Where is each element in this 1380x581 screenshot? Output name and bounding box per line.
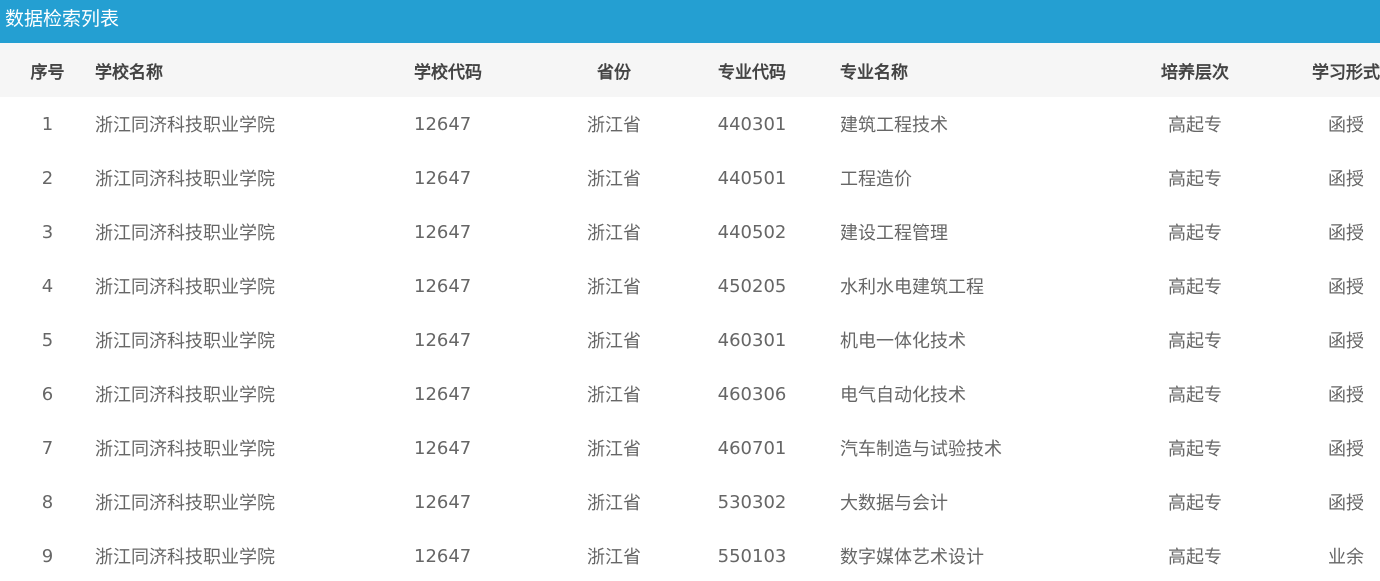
header-school-code: 学校代码 xyxy=(414,62,482,83)
cell-index: 1 xyxy=(41,113,54,135)
cell-index: 5 xyxy=(41,329,54,351)
data-search-panel: 数据检索列表 序号 学校名称 学校代码 省份 专业代码 专业名称 培养层次 学习… xyxy=(0,0,1380,581)
table-row[interactable]: 5 浙江同济科技职业学院 12647 浙江省 460301 机电一体化技术 高起… xyxy=(0,313,1380,367)
cell-major-name: 建设工程管理 xyxy=(840,223,948,244)
cell-study-mode: 业余 xyxy=(1328,547,1364,568)
cell-school-name: 浙江同济科技职业学院 xyxy=(95,223,275,244)
cell-major-name: 汽车制造与试验技术 xyxy=(840,439,1002,460)
cell-school-code: 12647 xyxy=(414,329,472,351)
cell-province: 浙江省 xyxy=(587,331,641,352)
cell-school-name: 浙江同济科技职业学院 xyxy=(95,547,275,568)
cell-major-code: 550103 xyxy=(717,545,787,567)
cell-province: 浙江省 xyxy=(587,223,641,244)
cell-index: 9 xyxy=(41,545,54,567)
cell-index: 7 xyxy=(41,437,54,459)
table-header-row: 序号 学校名称 学校代码 省份 专业代码 专业名称 培养层次 学习形式 xyxy=(0,43,1380,97)
cell-major-code: 440502 xyxy=(717,221,787,243)
cell-study-mode: 函授 xyxy=(1328,277,1364,298)
table-row[interactable]: 3 浙江同济科技职业学院 12647 浙江省 440502 建设工程管理 高起专… xyxy=(0,205,1380,259)
cell-school-code: 12647 xyxy=(414,545,472,567)
cell-major-code: 460701 xyxy=(717,437,787,459)
cell-school-code: 12647 xyxy=(414,437,472,459)
cell-study-mode: 函授 xyxy=(1328,493,1364,514)
cell-major-name: 电气自动化技术 xyxy=(840,385,966,406)
cell-province: 浙江省 xyxy=(587,385,641,406)
cell-major-code: 440501 xyxy=(717,167,787,189)
cell-province: 浙江省 xyxy=(587,439,641,460)
cell-level: 高起专 xyxy=(1168,385,1222,406)
cell-major-code: 460306 xyxy=(717,383,787,405)
cell-school-name: 浙江同济科技职业学院 xyxy=(95,331,275,352)
header-major-code: 专业代码 xyxy=(718,62,786,83)
table-row[interactable]: 8 浙江同济科技职业学院 12647 浙江省 530302 大数据与会计 高起专… xyxy=(0,475,1380,529)
cell-school-code: 12647 xyxy=(414,275,472,297)
cell-index: 6 xyxy=(41,383,54,405)
panel-title: 数据检索列表 xyxy=(0,0,1380,43)
cell-study-mode: 函授 xyxy=(1328,439,1364,460)
header-level: 培养层次 xyxy=(1161,62,1229,83)
cell-school-name: 浙江同济科技职业学院 xyxy=(95,385,275,406)
header-study-mode: 学习形式 xyxy=(1312,62,1380,83)
cell-school-name: 浙江同济科技职业学院 xyxy=(95,439,275,460)
table-row[interactable]: 1 浙江同济科技职业学院 12647 浙江省 440301 建筑工程技术 高起专… xyxy=(0,97,1380,151)
cell-school-code: 12647 xyxy=(414,113,472,135)
cell-province: 浙江省 xyxy=(587,115,641,136)
cell-study-mode: 函授 xyxy=(1328,331,1364,352)
header-province: 省份 xyxy=(597,62,631,83)
table-row[interactable]: 2 浙江同济科技职业学院 12647 浙江省 440501 工程造价 高起专 函… xyxy=(0,151,1380,205)
cell-level: 高起专 xyxy=(1168,331,1222,352)
cell-study-mode: 函授 xyxy=(1328,115,1364,136)
table-row[interactable]: 7 浙江同济科技职业学院 12647 浙江省 460701 汽车制造与试验技术 … xyxy=(0,421,1380,475)
cell-index: 2 xyxy=(41,167,54,189)
cell-major-name: 数字媒体艺术设计 xyxy=(840,547,984,568)
cell-level: 高起专 xyxy=(1168,169,1222,190)
cell-province: 浙江省 xyxy=(587,169,641,190)
cell-major-name: 机电一体化技术 xyxy=(840,331,966,352)
cell-major-code: 440301 xyxy=(717,113,787,135)
cell-major-name: 水利水电建筑工程 xyxy=(840,277,984,298)
table-row[interactable]: 6 浙江同济科技职业学院 12647 浙江省 460306 电气自动化技术 高起… xyxy=(0,367,1380,421)
cell-level: 高起专 xyxy=(1168,493,1222,514)
cell-index: 4 xyxy=(41,275,54,297)
cell-study-mode: 函授 xyxy=(1328,385,1364,406)
cell-major-name: 工程造价 xyxy=(840,169,912,190)
cell-province: 浙江省 xyxy=(587,493,641,514)
cell-school-name: 浙江同济科技职业学院 xyxy=(95,169,275,190)
cell-major-code: 450205 xyxy=(717,275,787,297)
table-row[interactable]: 4 浙江同济科技职业学院 12647 浙江省 450205 水利水电建筑工程 高… xyxy=(0,259,1380,313)
cell-major-code: 530302 xyxy=(717,491,787,513)
cell-index: 8 xyxy=(41,491,54,513)
header-major-name: 专业名称 xyxy=(840,62,908,83)
cell-index: 3 xyxy=(41,221,54,243)
cell-level: 高起专 xyxy=(1168,115,1222,136)
cell-major-name: 大数据与会计 xyxy=(840,493,948,514)
cell-school-name: 浙江同济科技职业学院 xyxy=(95,277,275,298)
data-table: 序号 学校名称 学校代码 省份 专业代码 专业名称 培养层次 学习形式 1 浙江… xyxy=(0,43,1380,581)
header-school-name: 学校名称 xyxy=(95,62,163,83)
cell-level: 高起专 xyxy=(1168,547,1222,568)
cell-school-code: 12647 xyxy=(414,167,472,189)
cell-school-name: 浙江同济科技职业学院 xyxy=(95,115,275,136)
cell-school-name: 浙江同济科技职业学院 xyxy=(95,493,275,514)
cell-major-code: 460301 xyxy=(717,329,787,351)
cell-study-mode: 函授 xyxy=(1328,223,1364,244)
cell-study-mode: 函授 xyxy=(1328,169,1364,190)
header-index: 序号 xyxy=(30,62,65,83)
cell-major-name: 建筑工程技术 xyxy=(840,115,948,136)
cell-school-code: 12647 xyxy=(414,491,472,513)
cell-level: 高起专 xyxy=(1168,439,1222,460)
cell-level: 高起专 xyxy=(1168,277,1222,298)
cell-level: 高起专 xyxy=(1168,223,1222,244)
table-row[interactable]: 9 浙江同济科技职业学院 12647 浙江省 550103 数字媒体艺术设计 高… xyxy=(0,529,1380,581)
cell-province: 浙江省 xyxy=(587,277,641,298)
cell-school-code: 12647 xyxy=(414,383,472,405)
cell-province: 浙江省 xyxy=(587,547,641,568)
cell-school-code: 12647 xyxy=(414,221,472,243)
